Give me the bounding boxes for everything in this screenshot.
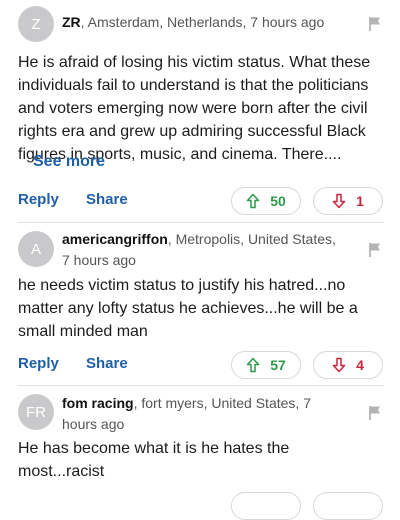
upvote-button[interactable]: 50: [231, 187, 301, 215]
comment-meta: fom racing, fort myers, United States, 7…: [62, 393, 338, 435]
share-button[interactable]: Share: [86, 355, 128, 372]
upvote-button[interactable]: 57: [231, 351, 301, 379]
avatar: Z: [18, 6, 54, 42]
downvote-count: 1: [356, 193, 364, 209]
comment-text: He is afraid of losing his victim status…: [18, 54, 371, 163]
arrow-down-icon: [332, 193, 346, 209]
arrow-up-icon: [246, 357, 260, 373]
arrow-down-icon: [332, 357, 346, 373]
flag-icon[interactable]: [368, 405, 382, 421]
arrow-up-icon: [246, 193, 260, 209]
reply-button[interactable]: Reply: [18, 355, 59, 372]
upvote-count: 50: [270, 193, 286, 209]
author-name[interactable]: americangriffon: [62, 231, 168, 247]
downvote-button[interactable]: [313, 492, 383, 520]
see-more-link[interactable]: See more: [33, 153, 105, 171]
avatar: FR: [18, 394, 54, 430]
location-time: , Amsterdam, Netherlands, 7 hours ago: [80, 14, 325, 30]
comment-meta: ZR, Amsterdam, Netherlands, 7 hours ago: [62, 12, 338, 33]
avatar: A: [18, 231, 54, 267]
downvote-button[interactable]: 1: [313, 187, 383, 215]
reply-button[interactable]: Reply: [18, 191, 59, 208]
comment-text: he needs victim status to justify his ha…: [18, 277, 358, 340]
share-button[interactable]: Share: [86, 191, 128, 208]
upvote-count: 57: [270, 357, 286, 373]
flag-icon[interactable]: [368, 242, 382, 258]
upvote-button[interactable]: [231, 492, 301, 520]
divider: [18, 222, 384, 223]
downvote-button[interactable]: 4: [313, 351, 383, 379]
comment-text: He has become what it is he hates the mo…: [18, 440, 290, 480]
divider: [18, 385, 384, 386]
author-name[interactable]: fom racing: [62, 395, 134, 411]
flag-icon[interactable]: [368, 16, 382, 32]
comment-meta: americangriffon, Metropolis, United Stat…: [62, 229, 338, 271]
downvote-count: 4: [356, 357, 364, 373]
author-name[interactable]: ZR: [62, 14, 81, 30]
